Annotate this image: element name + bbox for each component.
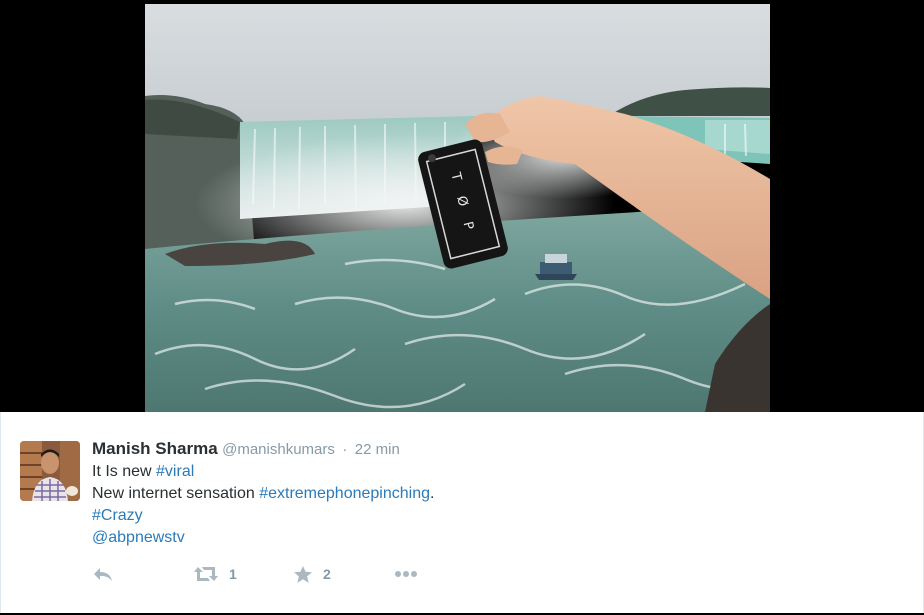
- header-separator: ·: [342, 441, 348, 458]
- tweet-content: Manish Sharma @manishkumars · 22 min It …: [92, 438, 903, 549]
- reply-button[interactable]: [92, 562, 114, 586]
- tweet-text: It Is new #viral New internet sensation …: [92, 461, 903, 549]
- hashtag-crazy[interactable]: #Crazy: [92, 507, 143, 524]
- tweet-header: Manish Sharma @manishkumars · 22 min: [92, 438, 903, 461]
- tweet-text-segment: .: [430, 485, 435, 502]
- avatar[interactable]: [20, 441, 80, 501]
- author-fullname[interactable]: Manish Sharma: [92, 439, 218, 458]
- tweet-text-segment: New internet sensation: [92, 485, 260, 502]
- tweet-card[interactable]: Manish Sharma @manishkumars · 22 min It …: [0, 412, 924, 613]
- author-username[interactable]: @manishkumars: [222, 441, 335, 458]
- tweet-text-line-3: #Crazy: [92, 505, 903, 527]
- tweet-text-segment: It Is new: [92, 463, 157, 480]
- mention-abpnewstv[interactable]: @abpnewstv: [92, 529, 185, 546]
- media-viewer: T Ø P: [0, 0, 924, 412]
- tweet-photo[interactable]: T Ø P: [145, 4, 770, 412]
- favorite-count: 2: [323, 566, 331, 582]
- retweet-button[interactable]: 1: [193, 562, 237, 586]
- hashtag-viral[interactable]: #viral: [156, 463, 194, 480]
- tweet-text-line-4: @abpnewstv: [92, 527, 903, 549]
- favorite-button[interactable]: 2: [293, 562, 331, 586]
- more-button[interactable]: [394, 562, 418, 586]
- retweet-count: 1: [229, 566, 237, 582]
- hashtag-extremephonepinching[interactable]: #extremephonepinching: [259, 485, 430, 502]
- reply-icon: [94, 568, 112, 581]
- star-icon: [294, 565, 312, 583]
- more-dots-icon: [395, 571, 417, 577]
- retweet-icon: [194, 567, 218, 581]
- tweet-timestamp[interactable]: 22 min: [355, 441, 400, 458]
- tweet-text-line-1: It Is new #viral: [92, 461, 903, 483]
- tweet-text-line-2: New internet sensation #extremephonepinc…: [92, 483, 903, 505]
